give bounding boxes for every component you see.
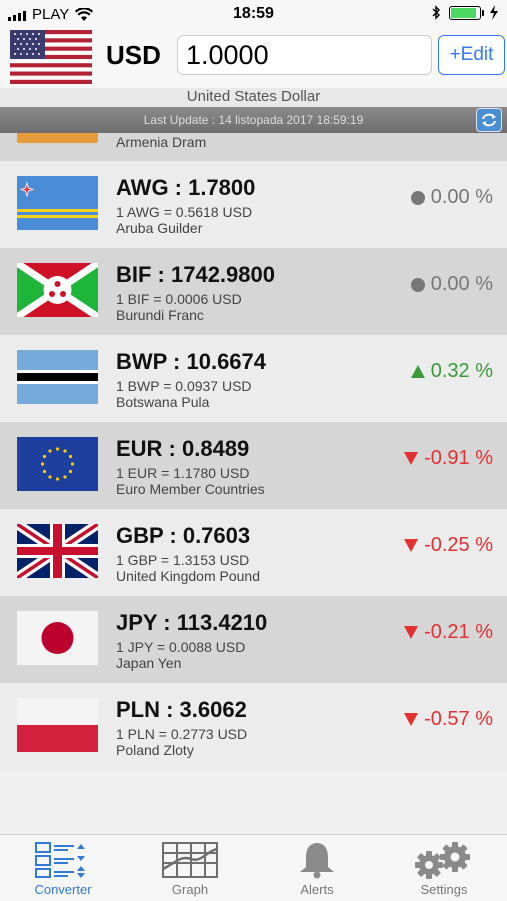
tab-label: Graph [171,882,209,897]
status-bar: PLAY 18:59 [0,0,507,30]
currency-name: United Kingdom Pound [116,568,260,584]
tab-label: Settings [420,882,468,897]
inverse-rate: 1 BWP = 0.0937 USD [116,378,252,394]
currency-rate-title: BWP : 10.6674 [116,349,267,374]
aruba-flag-icon [17,176,98,230]
bell-icon [300,843,334,879]
burundi-flag-icon [17,263,98,317]
inverse-rate: 1 EUR = 1.1780 USD [116,465,250,481]
inverse-rate: 1 BIF = 0.0006 USD [116,291,242,307]
arrow-down-icon [404,626,419,639]
graph-icon [162,842,218,878]
charging-icon [490,5,498,20]
currency-rate-title: JPY : 113.4210 [116,610,268,635]
uk-flag-icon [17,524,98,578]
inverse-rate: 1 AWG = 0.5618 USD [116,204,253,220]
change-value: -0.21 % [424,621,493,643]
converter-header: USD +Edit [0,30,507,88]
arrow-down-icon [404,713,419,726]
currency-name: Japan Yen [116,655,182,671]
tab-converter[interactable]: Converter [0,835,126,901]
tab-graph[interactable]: Graph [127,835,253,901]
currency-name: Poland Zloty [116,742,194,758]
change-value: -0.25 % [424,534,493,556]
change-percent: -0.21 % [404,621,493,644]
currency-name: Botswana Pula [116,394,210,410]
change-percent: -0.91 % [404,447,493,470]
list-item[interactable]: AWG : 1.7800 1 AWG = 0.5618 USD Aruba Gu… [0,161,507,248]
unchanged-dot-icon [410,277,425,292]
gear-icon [415,842,470,879]
change-percent: 0.00 % [410,273,493,296]
eu-flag-icon [17,437,98,491]
botswana-flag-icon [17,350,98,404]
currency-rate-title: PLN : 3.6062 [116,697,247,722]
currency-name: Aruba Guilder [116,220,203,236]
list-item[interactable]: Armenia Dram [0,133,507,161]
tab-bar: Converter Graph Alerts Settings [0,834,507,901]
amount-input[interactable] [177,35,432,75]
list-item[interactable]: JPY : 113.4210 1 JPY = 0.0088 USD Japan … [0,596,507,683]
battery-icon [449,5,484,20]
change-percent: 0.00 % [410,186,493,209]
list-item[interactable]: BWP : 10.6674 1 BWP = 0.0937 USD Botswan… [0,335,507,422]
tab-label: Alerts [300,882,334,897]
change-value: 0.00 % [430,273,493,295]
inverse-rate: 1 GBP = 1.3153 USD [116,552,250,568]
converter-icon [35,842,85,878]
currency-name: Burundi Franc [116,307,204,323]
change-value: -0.57 % [424,708,493,730]
list-item[interactable]: EUR : 0.8489 1 EUR = 1.1780 USD Euro Mem… [0,422,507,509]
base-currency-code[interactable]: USD [106,40,161,71]
change-value: -0.91 % [424,447,493,469]
refresh-icon [482,113,496,127]
tab-label: Converter [34,882,92,897]
tab-settings[interactable]: Settings [381,835,507,901]
poland-flag-icon [17,698,98,752]
refresh-button[interactable] [476,108,502,132]
arrow-up-icon [410,365,425,378]
currency-rate-title: AWG : 1.7800 [116,175,256,200]
armenia-flag-icon [17,133,98,143]
edit-button[interactable]: +Edit [438,35,505,75]
arrow-down-icon [404,452,419,465]
list-item[interactable]: BIF : 1742.9800 1 BIF = 0.0006 USD Burun… [0,248,507,335]
change-percent: -0.57 % [404,708,493,731]
change-percent: 0.32 % [410,360,493,383]
currency-rate-title: EUR : 0.8489 [116,436,250,461]
currency-rate-title: BIF : 1742.9800 [116,262,275,287]
last-update-text: Last Update : 14 listopada 2017 18:59:19 [0,107,507,133]
inverse-rate: 1 PLN = 0.2773 USD [116,726,248,742]
list-item[interactable]: PLN : 3.6062 1 PLN = 0.2773 USD Poland Z… [0,683,507,770]
change-value: 0.32 % [430,360,493,382]
inverse-rate: 1 JPY = 0.0088 USD [116,639,246,655]
change-value: 0.00 % [430,186,493,208]
tab-alerts[interactable]: Alerts [254,835,380,901]
japan-flag-icon [17,611,98,665]
list-item[interactable]: GBP : 0.7603 1 GBP = 1.3153 USD United K… [0,509,507,596]
base-currency-name: United States Dollar [0,88,507,108]
bluetooth-icon [432,5,440,20]
unchanged-dot-icon [410,190,425,205]
currency-name: Armenia Dram [116,134,207,150]
currency-name: Euro Member Countries [116,481,265,497]
currency-rate-title: GBP : 0.7603 [116,523,251,548]
us-flag-icon [10,30,92,84]
change-percent: -0.25 % [404,534,493,557]
arrow-down-icon [404,539,419,552]
